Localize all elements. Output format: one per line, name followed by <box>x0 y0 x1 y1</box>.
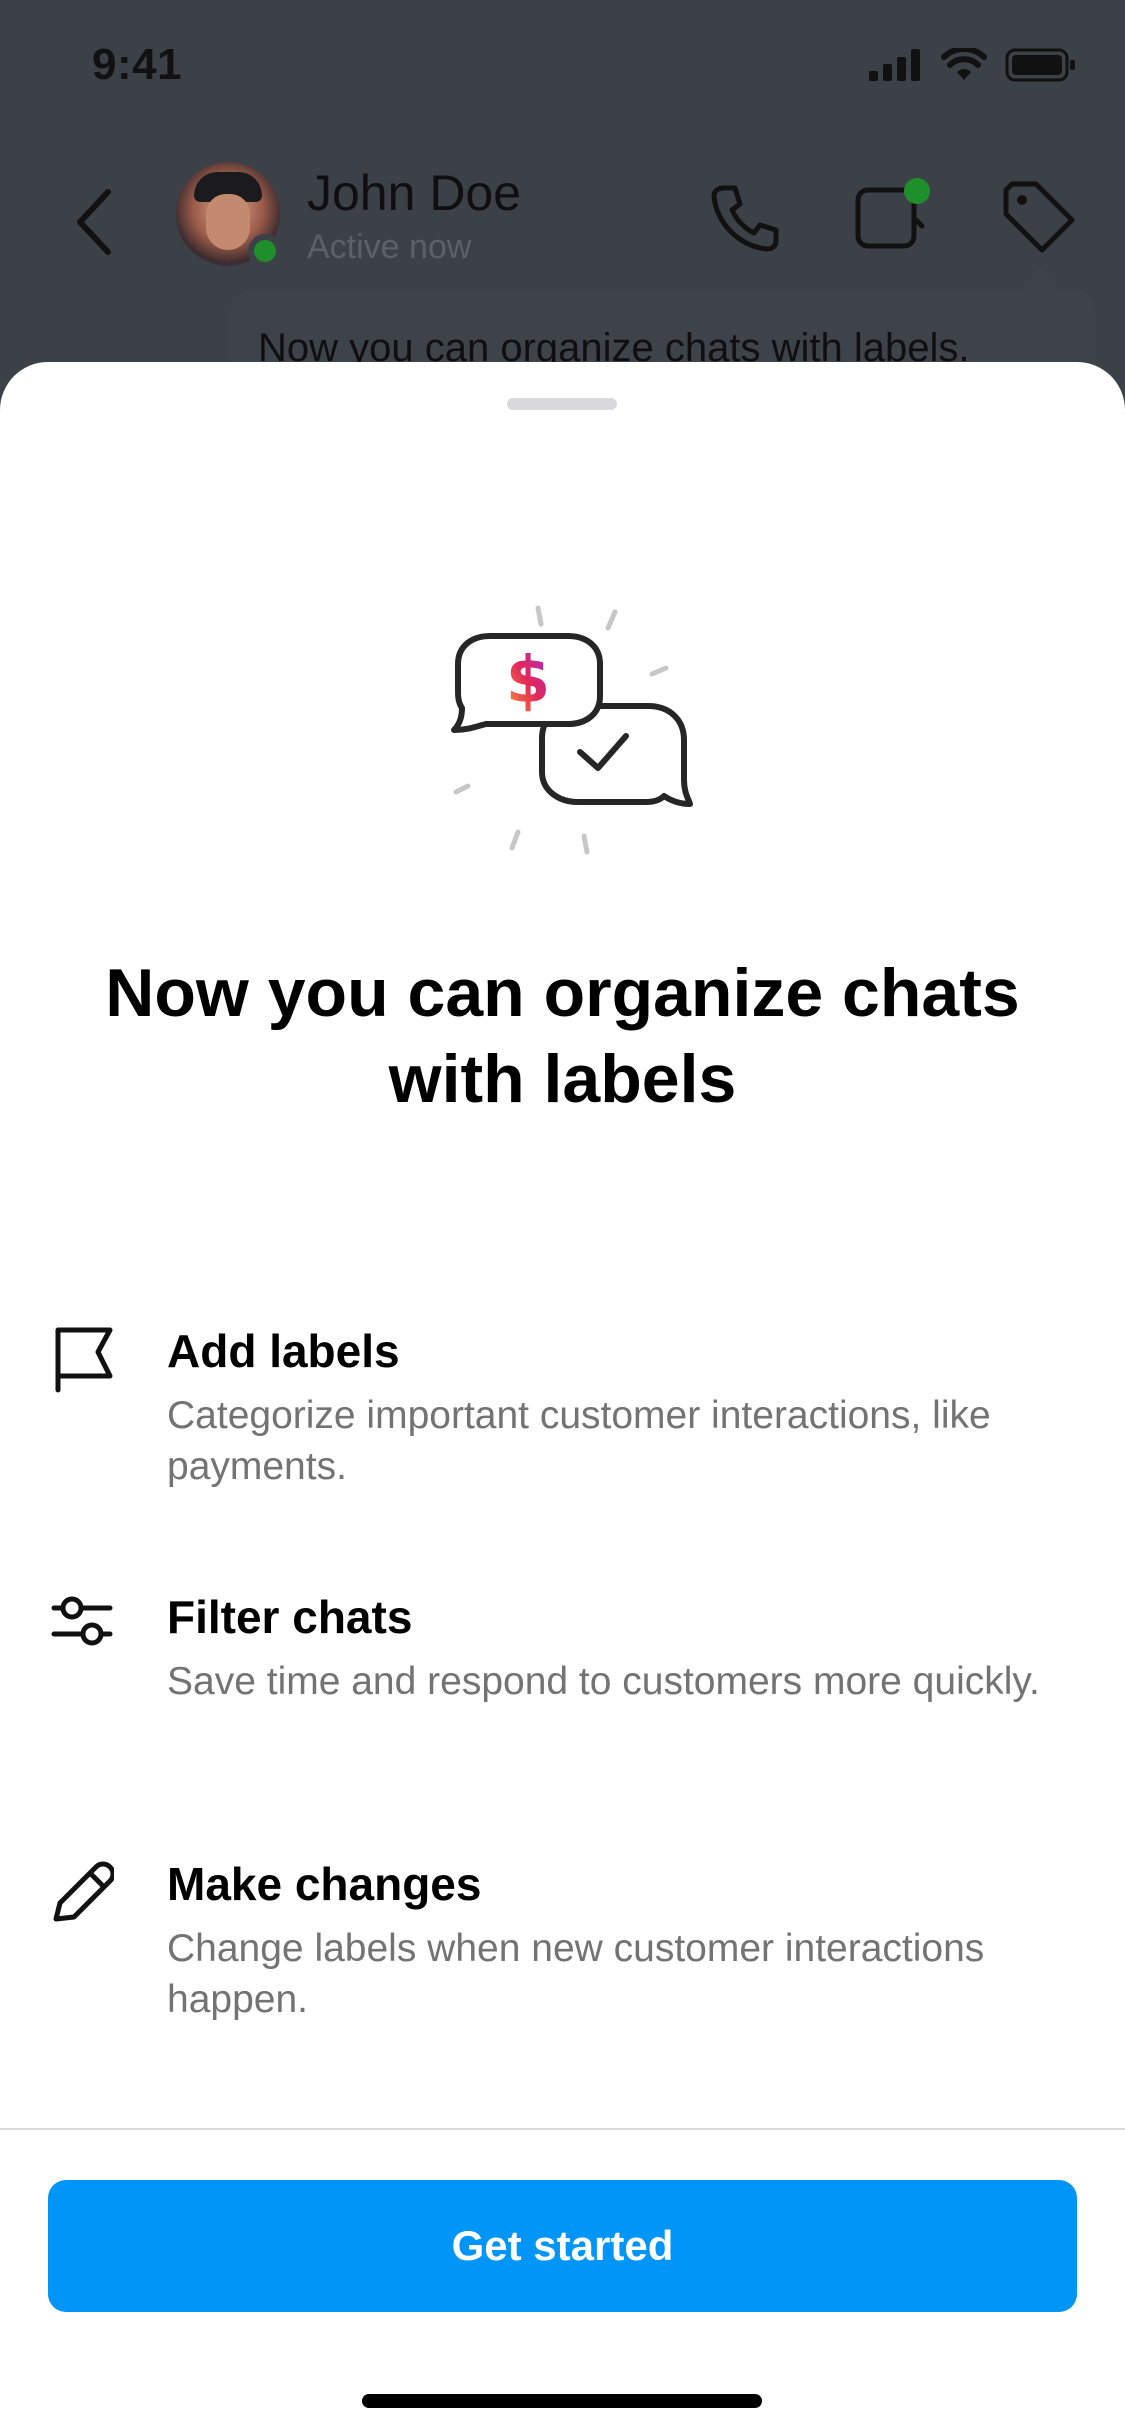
contact-name[interactable]: John Doe <box>307 164 521 222</box>
phone-icon[interactable] <box>704 178 784 258</box>
sliders-icon <box>51 1596 113 1646</box>
feature-title: Filter chats <box>167 1591 413 1643</box>
chat-bubbles-dollar-check-illustration: $ <box>451 605 693 855</box>
divider <box>0 2128 1125 2130</box>
sheet-title: Now you can organize chats with labels <box>105 955 1020 1117</box>
status-bar: 9:41 <box>0 0 1125 140</box>
sheet-grabber[interactable] <box>507 398 617 410</box>
feature-description: Categorize important customer interactio… <box>167 1394 991 1488</box>
feature-description: Save time and respond to customers more … <box>167 1660 1040 1703</box>
tag-icon[interactable] <box>998 178 1078 258</box>
feature-description: Change labels when new customer interact… <box>167 1927 985 2021</box>
online-status-dot <box>248 234 282 268</box>
feature-title: Add labels <box>167 1325 400 1377</box>
wifi-icon <box>941 48 987 80</box>
back-chevron-icon[interactable] <box>70 182 120 262</box>
contact-status: Active now <box>307 228 472 266</box>
cellular-signal-icon <box>869 49 920 81</box>
status-icons <box>869 48 1077 82</box>
tooltip-pointer <box>1018 268 1062 292</box>
get-started-button[interactable]: Get started <box>48 2180 1077 2312</box>
svg-text:$: $ <box>506 644 551 718</box>
bottom-sheet: $ Now you can organize chats with labels… <box>0 362 1125 2436</box>
battery-icon <box>1005 48 1075 82</box>
feature-title: Make changes <box>167 1858 482 1910</box>
flag-icon <box>55 1327 113 1393</box>
pencil-icon <box>53 1861 114 1922</box>
home-indicator[interactable] <box>362 2394 762 2408</box>
status-time: 9:41 <box>92 40 183 89</box>
chat-header: John Doe Active now <box>0 140 1125 300</box>
video-active-dot <box>904 178 930 204</box>
